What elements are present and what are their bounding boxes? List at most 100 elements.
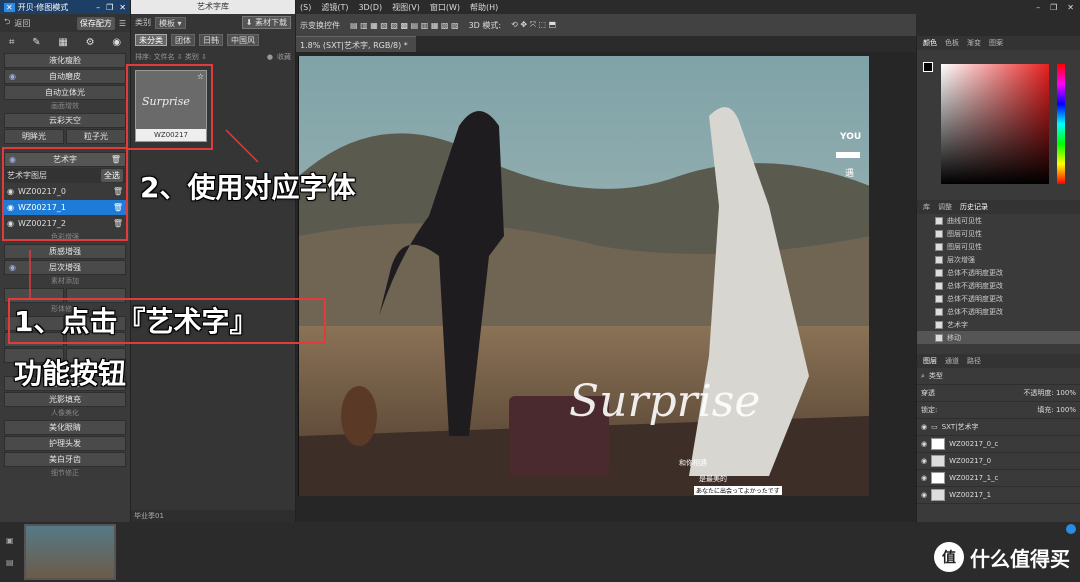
blend-select[interactable]: 穿透 [921,388,935,398]
color-picker[interactable] [917,50,1080,200]
eye-icon[interactable]: ◉ [112,37,121,48]
menu-icon[interactable]: ☰ [119,19,126,28]
history-item[interactable]: 图层可见性 [917,227,1080,240]
layer-row[interactable]: ◉ WZ00217_0_c [917,436,1080,453]
hair-button[interactable]: 护理头发 [4,436,126,451]
layer-enhance-button[interactable]: ◉ 层次增强 [4,260,126,275]
chip[interactable]: 中国风 [227,33,259,46]
history-item[interactable]: 层次增强 [917,253,1080,266]
download-button[interactable]: ⬇ 素材下载 [241,16,291,29]
chip[interactable]: 团体 [171,33,195,46]
tab-color[interactable]: 颜色 [923,38,937,48]
minimize-icon[interactable]: – [1036,3,1040,12]
menu-item[interactable]: 窗口(W) [430,2,460,13]
history-item[interactable]: 总体不透明度更改 [917,266,1080,279]
document-tab[interactable]: 1.8% (SXT|艺术字, RGB/8) * ✕ [296,36,416,60]
photo-script-text: Surprise [569,376,761,427]
eye-icon[interactable]: ◉ [9,72,16,81]
tab-channels[interactable]: 通道 [945,356,959,366]
step2-text: 2、使用对应字体 [140,171,356,204]
teeth-button[interactable]: 美白牙齿 [4,452,126,467]
back-arrow-icon[interactable]: ⮌ [4,16,10,30]
tab-history[interactable]: 历史记录 [960,202,988,212]
document-photo[interactable]: YOU 遇 Surprise 和你相遇 是最美的 あなたに出会ってよかったです [298,56,869,496]
tab-library[interactable]: 库 [923,202,930,212]
tab-pattern[interactable]: 图案 [989,38,1003,48]
tab-gradient[interactable]: 渐变 [967,38,981,48]
type-value: 模板 [159,18,175,28]
eye-icon[interactable]: ◉ [921,440,927,448]
tab-adjust[interactable]: 调整 [938,202,952,212]
history-item[interactable]: 总体不透明度更改 [917,279,1080,292]
show-transform-label[interactable]: 示变换控件 [300,20,340,31]
eye-icon[interactable]: ◉ [921,423,927,431]
save-recipe-button[interactable]: 保存配方 [76,16,115,30]
grid-icon[interactable]: ▦ [58,37,67,48]
layer-group-row[interactable]: ◉ ▭ SXT|艺术字 [917,419,1080,436]
sky-button[interactable]: 云彩天空 [4,113,126,128]
collect-toggle[interactable]: ● [267,53,273,61]
restore-icon[interactable]: ❐ [1050,3,1057,12]
opacity-field[interactable]: 不透明度: 100% [1023,388,1080,398]
layer-row[interactable]: ◉ WZ00217_1 [917,487,1080,504]
auto-3d-light-button[interactable]: 自动立体光 [4,85,126,100]
tab-layers[interactable]: 图层 [923,356,937,366]
menu-item[interactable]: 滤镜(T) [321,2,348,13]
kind-select[interactable]: 类型 [929,371,943,381]
color-field[interactable] [941,64,1049,184]
texture-button[interactable]: 质感增强 [4,244,126,259]
liquify-button[interactable]: 液化瘦脸 [4,53,126,68]
eye-icon[interactable]: ◉ [921,491,927,499]
auto-skin-button[interactable]: ◉ 自动磨皮 [4,69,126,84]
menu-item[interactable]: (S) [300,3,311,12]
notification-icon[interactable] [1066,524,1076,534]
history-item[interactable]: 艺术字 [917,318,1080,331]
close-icon[interactable]: ✕ [119,3,126,12]
filmstrip-thumbnail[interactable] [24,524,116,580]
tab-swatches[interactable]: 色板 [945,38,959,48]
menu-item[interactable]: 视图(V) [392,2,420,13]
3d-tools-icons[interactable]: ⟲ ✥ ⤧ ⬚ ⬒ [511,20,556,30]
shadow-fill-button[interactable]: 光影填充 [4,392,126,407]
eye-icon[interactable]: ◉ [9,263,16,272]
wand-icon[interactable]: ⚙ [86,37,95,48]
history-icon [935,294,943,303]
history-item[interactable]: 曲线可见性 [917,214,1080,227]
brush-icon[interactable]: ✎ [32,37,40,48]
layer-row[interactable]: ◉ WZ00217_0 [917,453,1080,470]
history-item[interactable]: 图层可见性 [917,240,1080,253]
history-label: 曲线可见性 [947,216,982,225]
image-icon[interactable]: ▣ [6,536,14,545]
particle-light-label: 粒子光 [84,132,108,141]
crop-icon[interactable]: ⌗ [9,37,15,48]
history-item-current[interactable]: 移动 [917,331,1080,344]
search-icon[interactable]: ⌕ [921,372,925,381]
auto-skin-label: 自动磨皮 [49,72,81,81]
menu-item[interactable]: 帮助(H) [470,2,498,13]
brows-button[interactable]: 美化眼睛 [4,420,126,435]
particle-light-button[interactable]: 粒子光 [66,129,126,144]
type-select[interactable]: 模板 ▾ [155,16,186,29]
tab-paths[interactable]: 路径 [967,356,981,366]
minimize-icon[interactable]: – [96,3,100,12]
chip[interactable]: 日韩 [199,33,223,46]
align-icons[interactable]: ▤ ▥ ▦ ▧ ▨ ▩ ▤ ▥ ▦ ▧ ▨ [350,21,459,30]
eyes-light-button[interactable]: 明眸光 [4,129,64,144]
back-label[interactable]: 返回 [14,18,30,29]
chip[interactable]: 未分类 [135,33,167,46]
eye-icon[interactable]: ◉ [921,474,927,482]
fill-field[interactable]: 填充: 100% [1037,405,1080,415]
sort-label[interactable]: 排序: 文件名 ⇩ 类别 ⇩ [135,52,207,62]
close-icon[interactable]: ✕ [1067,3,1074,12]
history-item[interactable]: 总体不透明度更改 [917,292,1080,305]
hue-slider[interactable] [1057,64,1065,184]
history-icon [935,229,943,238]
history-item[interactable]: 总体不透明度更改 [917,305,1080,318]
art-panel-title: 艺术字库 [131,0,295,14]
layer-row[interactable]: ◉ WZ00217_1_c [917,470,1080,487]
foreground-swatch[interactable] [923,62,933,72]
menu-item[interactable]: 3D(D) [358,3,382,12]
restore-icon[interactable]: ❐ [106,3,113,12]
eye-icon[interactable]: ◉ [921,457,927,465]
folder-icon[interactable]: ▤ [6,558,14,567]
